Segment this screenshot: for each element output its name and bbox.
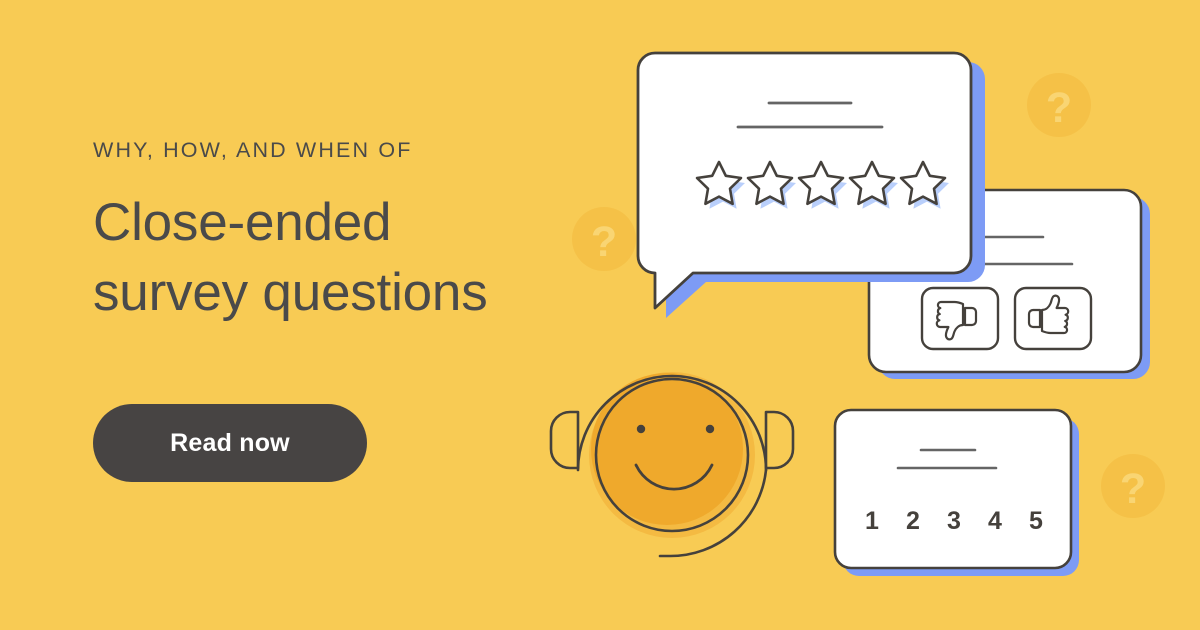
headline-line-2: survey questions <box>93 262 488 322</box>
scale-option-2[interactable]: 2 <box>906 507 920 535</box>
scale-option-4[interactable]: 4 <box>988 507 1002 535</box>
star-rating-speech-bubble[interactable] <box>636 51 985 318</box>
hero-eyebrow: WHY, HOW, AND WHEN OF <box>93 138 413 162</box>
thumbs-up-option[interactable] <box>1013 286 1093 351</box>
thumbs-down-option[interactable] <box>920 286 1000 351</box>
card-surface <box>833 408 1073 570</box>
smiley-headset-agent <box>549 372 795 558</box>
eye-left <box>636 424 646 434</box>
scale-option-5[interactable]: 5 <box>1029 507 1043 535</box>
hero-text-block: WHY, HOW, AND WHEN OF Close-ended survey… <box>93 138 563 328</box>
question-mark-glyph: ? <box>1120 465 1146 513</box>
read-now-button[interactable]: Read now <box>93 404 367 482</box>
promo-banner: ? ? ? 1 2 3 4 5 WHY, HOW, AND WHEN OF Cl… <box>0 0 1200 630</box>
question-mark-glyph: ? <box>591 218 617 266</box>
headset-ear-cup-right <box>764 410 795 470</box>
headline-line-1: Close-ended <box>93 192 392 252</box>
question-mark-deco-2: ? <box>572 207 636 271</box>
numeric-scale-card[interactable]: 1 2 3 4 5 <box>833 408 1079 576</box>
headset-ear-cup-left <box>549 410 580 470</box>
page-title: Close-ended survey questions <box>93 188 563 328</box>
scale-option-1[interactable]: 1 <box>865 507 879 535</box>
question-mark-deco-3: ? <box>1101 454 1165 518</box>
scale-option-3[interactable]: 3 <box>947 507 961 535</box>
question-mark-glyph: ? <box>1046 84 1072 132</box>
eye-right <box>705 424 715 434</box>
question-mark-deco-1: ? <box>1027 73 1091 137</box>
